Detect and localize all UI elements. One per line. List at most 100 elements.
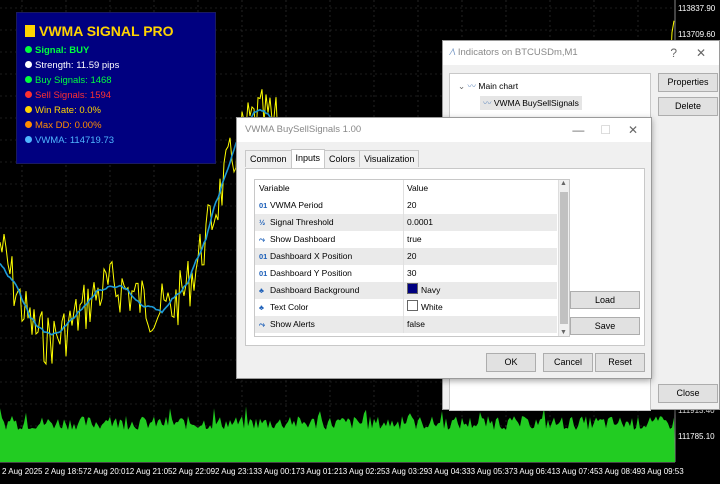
properties-window[interactable]: VWMA BuySellSignals 1.00 — ☐ ✕ Common Inp… — [236, 117, 652, 379]
cancel-button[interactable]: Cancel — [543, 353, 593, 372]
dashboard-row-text: Sell Signals: 1594 — [35, 90, 112, 101]
red-circle-icon — [25, 91, 32, 98]
dashboard-row: Win Rate: 0.0% — [25, 105, 101, 116]
time-axis-label: 3 Aug 01:21 — [300, 467, 343, 476]
time-axis-label: 3 Aug 08:49 — [598, 467, 642, 476]
input-row[interactable]: ⤳ Show Alerts false — [255, 316, 557, 333]
param-value[interactable]: 0.0001 — [407, 214, 433, 231]
input-row[interactable]: ♣ Text Color White — [255, 299, 557, 316]
signal-dashboard: VWMA SIGNAL PRO Signal: BUY Strength: 11.… — [16, 12, 216, 164]
dashboard-row: VWMA: 114719.73 — [25, 135, 114, 146]
variable-header: Variable — [259, 183, 290, 193]
inputs-grid[interactable]: Variable Value 01 VWMA Period 20 ½ Signal Th… — [254, 179, 570, 337]
chart-line-icon: 〰 — [467, 81, 477, 91]
color-swatch[interactable] — [407, 300, 418, 311]
ok-button[interactable]: OK — [486, 353, 536, 372]
time-axis-label: 2 Aug 18:57 — [44, 467, 88, 476]
param-value[interactable]: false — [407, 316, 425, 333]
dashboard-row: Buy Signals: 1468 — [25, 75, 112, 86]
chart-icon — [25, 25, 35, 37]
scroll-thumb[interactable] — [560, 192, 568, 324]
param-type-icon: ½ — [259, 218, 266, 227]
load-button[interactable]: Load — [570, 291, 640, 309]
param-name: Text Color — [270, 302, 309, 312]
input-row[interactable]: 01 Dashboard Y Position 30 — [255, 265, 557, 282]
time-axis-label: 3 Aug 04:33 — [428, 467, 471, 476]
param-value[interactable]: true — [407, 231, 422, 248]
close-properties-button[interactable]: ✕ — [621, 118, 645, 142]
properties-tabs: Common Inputs Colors Visualization — [245, 149, 420, 168]
param-value-text: White — [421, 302, 443, 312]
param-value-text: 30 — [407, 268, 417, 278]
grid-scrollbar[interactable]: ▲ ▼ — [558, 180, 569, 336]
tab-common[interactable]: Common — [245, 150, 292, 167]
close-button[interactable]: Close — [658, 384, 718, 403]
param-name: Signal Threshold — [270, 217, 334, 227]
param-value[interactable]: 20 — [407, 197, 416, 214]
time-axis-label: 3 Aug 03:29 — [385, 467, 429, 476]
input-row[interactable]: ⤳ Show Dashboard true — [255, 231, 557, 248]
param-type-icon: ♣ — [259, 303, 264, 312]
tree-item-vwma[interactable]: 〰 VWMA BuySellSignals — [480, 96, 582, 110]
param-value-text: Navy — [421, 285, 441, 295]
input-row[interactable]: 01 VWMA Period 20 — [255, 197, 557, 214]
green-circle-icon — [25, 76, 32, 83]
scroll-down-icon[interactable]: ▼ — [560, 329, 567, 336]
dashboard-row: Strength: 11.59 pips — [25, 60, 119, 71]
time-axis-label: 2 Aug 21:05 — [129, 467, 173, 476]
dashboard-row-text: Win Rate: 0.0% — [35, 105, 101, 116]
reset-button[interactable]: Reset — [595, 353, 645, 372]
properties-button[interactable]: Properties — [658, 73, 718, 92]
price-axis-label: 111785.10 — [678, 432, 715, 441]
time-axis-label: 2 Aug 22:09 — [172, 467, 216, 476]
dashboard-row-text: Max DD: 0.00% — [35, 120, 102, 131]
value-header: Value — [407, 183, 429, 193]
properties-titlebar[interactable]: VWMA BuySellSignals 1.00 — ☐ ✕ — [237, 118, 651, 142]
tab-inputs[interactable]: Inputs — [290, 149, 326, 168]
input-row[interactable]: ♣ Dashboard Background Navy — [255, 282, 557, 299]
minimize-button[interactable]: — — [566, 118, 590, 142]
indicator-icon: 〰 — [483, 98, 492, 108]
grid-header: Variable Value — [255, 180, 557, 197]
dashboard-row-text: Signal: BUY — [35, 45, 90, 56]
dashboard-row: Max DD: 0.00% — [25, 120, 102, 131]
price-axis-label: 113837.90 — [678, 4, 716, 13]
bar-icon — [25, 136, 32, 143]
properties-window-title: VWMA BuySellSignals 1.00 — [245, 124, 362, 135]
param-value-text: 20 — [407, 200, 417, 210]
param-name: Dashboard X Position — [270, 251, 353, 261]
delete-button[interactable]: Delete — [658, 97, 718, 116]
param-value[interactable]: 20 — [407, 248, 416, 265]
param-name: Show Alerts — [270, 319, 315, 329]
save-button[interactable]: Save — [570, 317, 640, 335]
down-icon — [25, 121, 32, 128]
scroll-up-icon[interactable]: ▲ — [560, 180, 567, 187]
param-value[interactable]: 30 — [407, 265, 416, 282]
tab-colors[interactable]: Colors — [324, 150, 361, 167]
time-axis-label: 3 Aug 07:45 — [555, 467, 599, 476]
param-value[interactable]: White — [407, 299, 443, 316]
param-value-text: false — [407, 319, 425, 329]
tab-visualization[interactable]: Visualization — [359, 150, 420, 167]
param-value-text: true — [407, 234, 422, 244]
indicators-window-title: Indicators on BTCUSDm,M1 — [457, 47, 578, 58]
param-name: VWMA Period — [270, 200, 323, 210]
param-value[interactable]: Navy — [407, 282, 440, 299]
color-swatch[interactable] — [407, 283, 418, 294]
volume-histogram — [0, 406, 675, 462]
help-button[interactable]: ? — [662, 41, 686, 65]
collapse-icon[interactable]: ⌄ — [458, 81, 465, 91]
time-axis-label: 2 Aug 2025 — [2, 467, 43, 476]
input-row[interactable]: 01 Dashboard X Position 20 — [255, 248, 557, 265]
close-window-button[interactable]: ✕ — [689, 41, 713, 65]
target-icon — [25, 106, 32, 113]
indicators-titlebar[interactable]: ⁄\ Indicators on BTCUSDm,M1 ? ✕ — [443, 41, 719, 65]
param-value-text: 20 — [407, 251, 417, 261]
maximize-button[interactable]: ☐ — [594, 118, 618, 142]
tree-root-label: Main chart — [478, 81, 519, 91]
tree-root[interactable]: ⌄ 〰 Main chart — [458, 80, 518, 92]
dashboard-row-text: VWMA: 114719.73 — [35, 135, 115, 146]
param-name: Dashboard Y Position — [270, 268, 352, 278]
dashboard-row-text: Strength: 11.59 pips — [35, 60, 120, 71]
input-row[interactable]: ½ Signal Threshold 0.0001 — [255, 214, 557, 231]
